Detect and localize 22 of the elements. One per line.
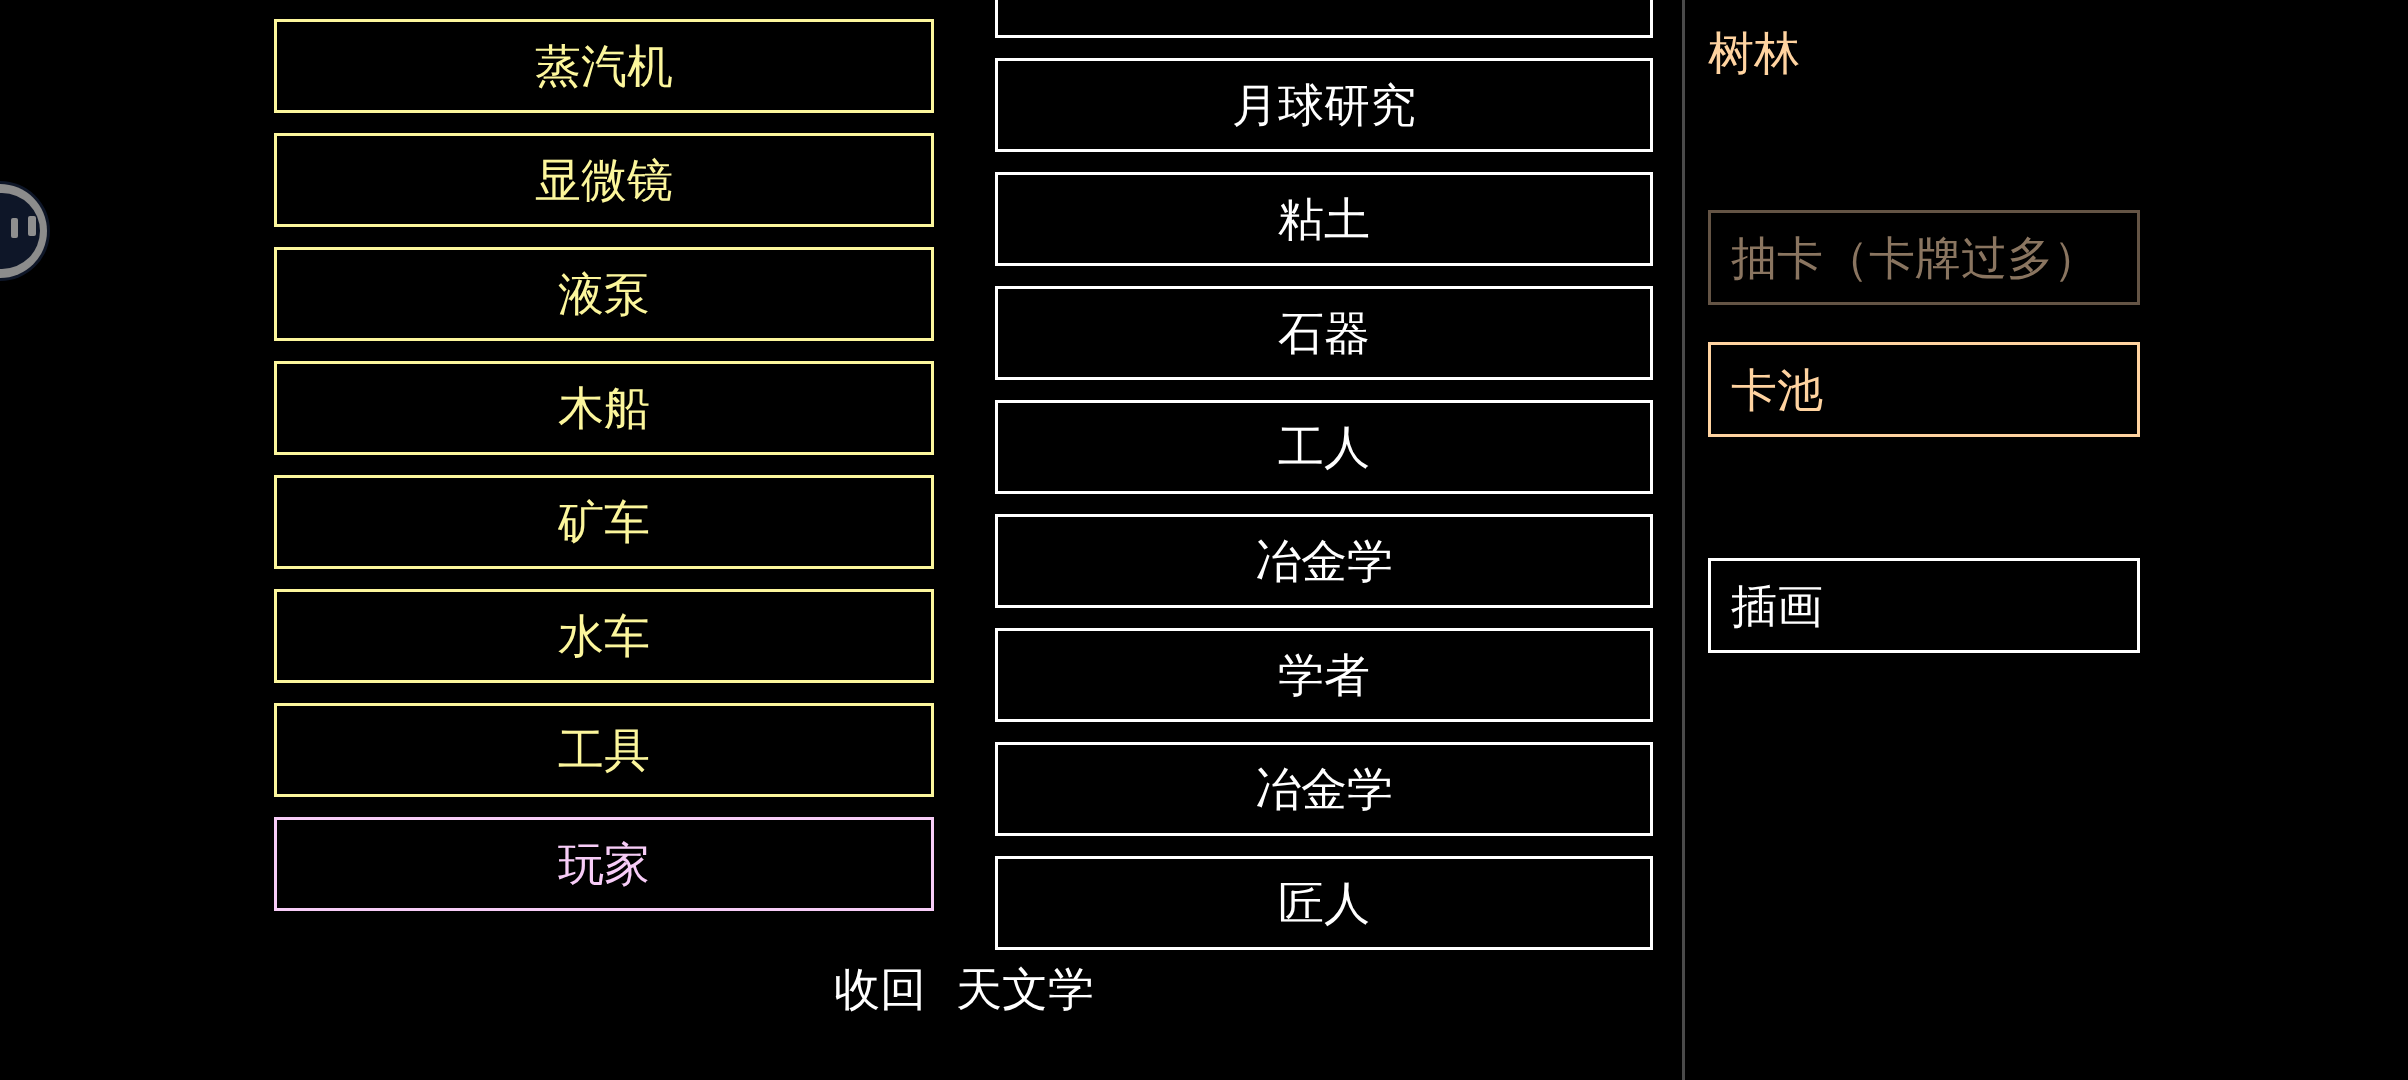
card-pool-button[interactable]: 卡池 (1708, 342, 2140, 437)
item-card-button[interactable]: 冶金学 (995, 514, 1653, 608)
item-card-button[interactable]: 液泵 (274, 247, 934, 341)
item-card-button[interactable]: 矿车 (274, 475, 934, 569)
collapse-link[interactable]: 收回 (833, 961, 926, 1017)
location-label: 树林 (1708, 25, 1800, 81)
item-card-button[interactable]: 月球研究 (995, 58, 1653, 152)
category-label: 天文学 (955, 961, 1094, 1017)
item-card-button[interactable]: 木船 (274, 361, 934, 455)
floating-assistant-icon[interactable] (0, 180, 50, 282)
item-card-button[interactable]: 水车 (274, 589, 934, 683)
item-card-button[interactable]: 工人 (995, 400, 1653, 494)
item-card-button[interactable]: 石器 (995, 286, 1653, 380)
item-card-button[interactable]: 粘土 (995, 172, 1653, 266)
item-card-button[interactable]: 匠人 (995, 856, 1653, 950)
item-card-button[interactable]: 玩家 (274, 817, 934, 911)
illustration-button[interactable]: 插画 (1708, 558, 2140, 653)
item-card-button[interactable]: 冶金学 (995, 742, 1653, 836)
item-card-button[interactable]: 蒸汽机 (274, 19, 934, 113)
item-card-button[interactable]: 工具 (274, 703, 934, 797)
item-card-button[interactable]: 学者 (995, 628, 1653, 722)
item-card-button[interactable]: 显微镜 (274, 133, 934, 227)
